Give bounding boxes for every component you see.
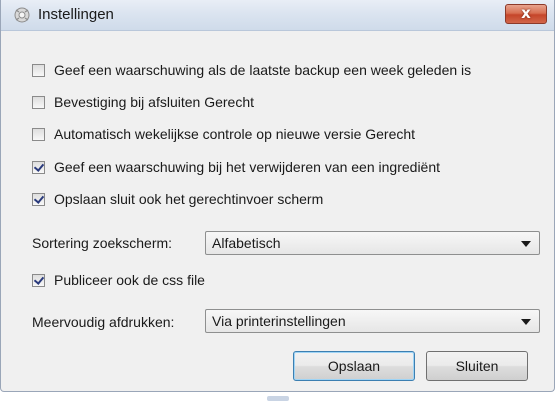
chevron-down-icon [521,241,531,247]
option-delete-ingredient-warning[interactable]: Geef een waarschuwing bij het verwijdere… [32,157,440,177]
sort-select-value: Alfabetisch [212,235,281,251]
print-label: Meervoudig afdrukken: [32,314,175,330]
checkbox-save-closes-input[interactable] [32,192,45,206]
option-label: Geef een waarschuwing als de laatste bac… [54,62,472,78]
sort-select[interactable]: Alfabetisch [205,231,540,255]
print-select-value: Via printerinstellingen [212,313,346,329]
window-title: Instellingen [38,6,114,23]
sort-label: Sortering zoekscherm: [32,235,173,251]
option-label: Bevestiging bij afsluiten Gerecht [54,94,254,110]
settings-app-icon [14,7,30,23]
checkbox-backup-warning[interactable] [32,63,45,77]
option-label: Geef een waarschuwing bij het verwijdere… [54,159,441,175]
option-weekly-update-check[interactable]: Automatisch wekelijkse controle op nieuw… [32,124,415,144]
option-label: Automatisch wekelijkse controle op nieuw… [54,126,416,142]
option-save-closes-input[interactable]: Opslaan sluit ook het gerechtinvoer sche… [32,189,323,209]
checkbox-confirm-exit[interactable] [32,95,45,109]
checkbox-weekly-update-check[interactable] [32,127,45,141]
title-bar[interactable]: Instellingen x [1,0,554,31]
settings-dialog: Instellingen x Geef een waarschuwing als… [0,0,555,392]
option-label: Publiceer ook de css file [54,272,205,288]
close-icon: x [521,4,531,22]
checkbox-publish-css[interactable] [32,273,45,287]
option-label: Opslaan sluit ook het gerechtinvoer sche… [54,191,324,207]
option-confirm-exit[interactable]: Bevestiging bij afsluiten Gerecht [32,92,254,112]
close-button[interactable]: Sluiten [426,351,528,381]
option-backup-warning[interactable]: Geef een waarschuwing als de laatste bac… [32,60,471,80]
taskbar-thumbnail-edge [267,396,289,401]
close-window-button[interactable]: x [505,4,547,24]
chevron-down-icon [521,319,531,325]
print-select[interactable]: Via printerinstellingen [205,309,540,333]
save-button[interactable]: Opslaan [293,351,415,381]
checkbox-delete-ingredient-warning[interactable] [32,160,45,174]
option-publish-css[interactable]: Publiceer ook de css file [32,270,205,290]
